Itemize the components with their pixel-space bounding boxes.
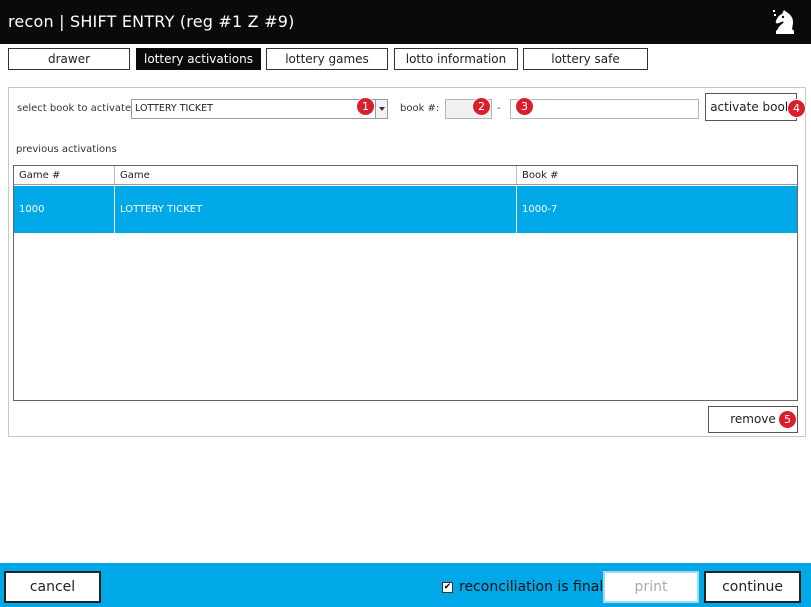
tab-lottery-safe[interactable]: lottery safe [523, 48, 648, 70]
continue-label: continue [722, 579, 783, 595]
tab-drawer[interactable]: drawer [8, 48, 130, 70]
table-header: Game # Game Book # [14, 166, 797, 185]
tab-label: lottery games [285, 52, 369, 66]
previous-activations-label: previous activations [16, 144, 117, 155]
activations-table: Game # Game Book # 1000 LOTTERY TICKET 1… [13, 165, 798, 401]
book-number-label: book #: [400, 103, 440, 114]
reconciliation-final-checkbox[interactable]: ✔ [442, 582, 453, 593]
chevron-down-icon[interactable] [375, 100, 387, 118]
bottom-bar: cancel print continue [0, 563, 811, 607]
chess-knight-icon [773, 10, 794, 34]
marker-badge-1: 1 [357, 98, 374, 115]
cancel-label: cancel [29, 579, 76, 595]
activate-book-button[interactable]: activate book [705, 93, 797, 121]
tab-lottery-activations[interactable]: lottery activations [136, 48, 261, 70]
tab-label: lottery activations [143, 52, 253, 66]
book-select-value: LOTTERY TICKET [135, 103, 213, 114]
table-row[interactable]: 1000 LOTTERY TICKET 1000-7 [14, 186, 797, 233]
title-bar: recon | SHIFT ENTRY (reg #1 Z #9) [0, 0, 811, 44]
cell-book-no: 1000-7 [522, 204, 558, 215]
continue-button[interactable]: continue [704, 571, 801, 603]
tab-label: lotto information [405, 52, 507, 66]
tab-label: drawer [47, 52, 91, 66]
tab-label: lottery safe [551, 52, 620, 66]
column-header-book-no[interactable]: Book # [517, 166, 797, 184]
cancel-button[interactable]: cancel [4, 571, 101, 603]
column-header-game[interactable]: Game [115, 166, 516, 184]
tab-lottery-games[interactable]: lottery games [266, 48, 388, 70]
reconciliation-final-label[interactable]: reconciliation is final [459, 579, 603, 595]
book-number-input[interactable] [510, 99, 699, 119]
print-label: print [634, 579, 668, 595]
marker-badge-4: 4 [788, 100, 805, 117]
marker-badge-2: 2 [473, 98, 490, 115]
print-button[interactable]: print [603, 571, 699, 603]
activate-book-label: activate book [710, 100, 792, 114]
check-icon: ✔ [443, 582, 452, 592]
tab-lotto-information[interactable]: lotto information [394, 48, 518, 70]
marker-badge-3: 3 [516, 98, 533, 115]
window-title: recon | SHIFT ENTRY (reg #1 Z #9) [8, 12, 295, 31]
column-header-game-no[interactable]: Game # [14, 166, 114, 184]
book-select[interactable]: LOTTERY TICKET [131, 99, 388, 119]
marker-badge-5: 5 [779, 411, 796, 428]
remove-label: remove [730, 412, 776, 426]
select-book-label: select book to activate [17, 103, 132, 114]
book-dash: - [497, 103, 501, 114]
cell-game-no: 1000 [19, 204, 45, 215]
cell-game: LOTTERY TICKET [120, 204, 203, 215]
activations-panel: select book to activate LOTTERY TICKET 1… [8, 87, 806, 437]
